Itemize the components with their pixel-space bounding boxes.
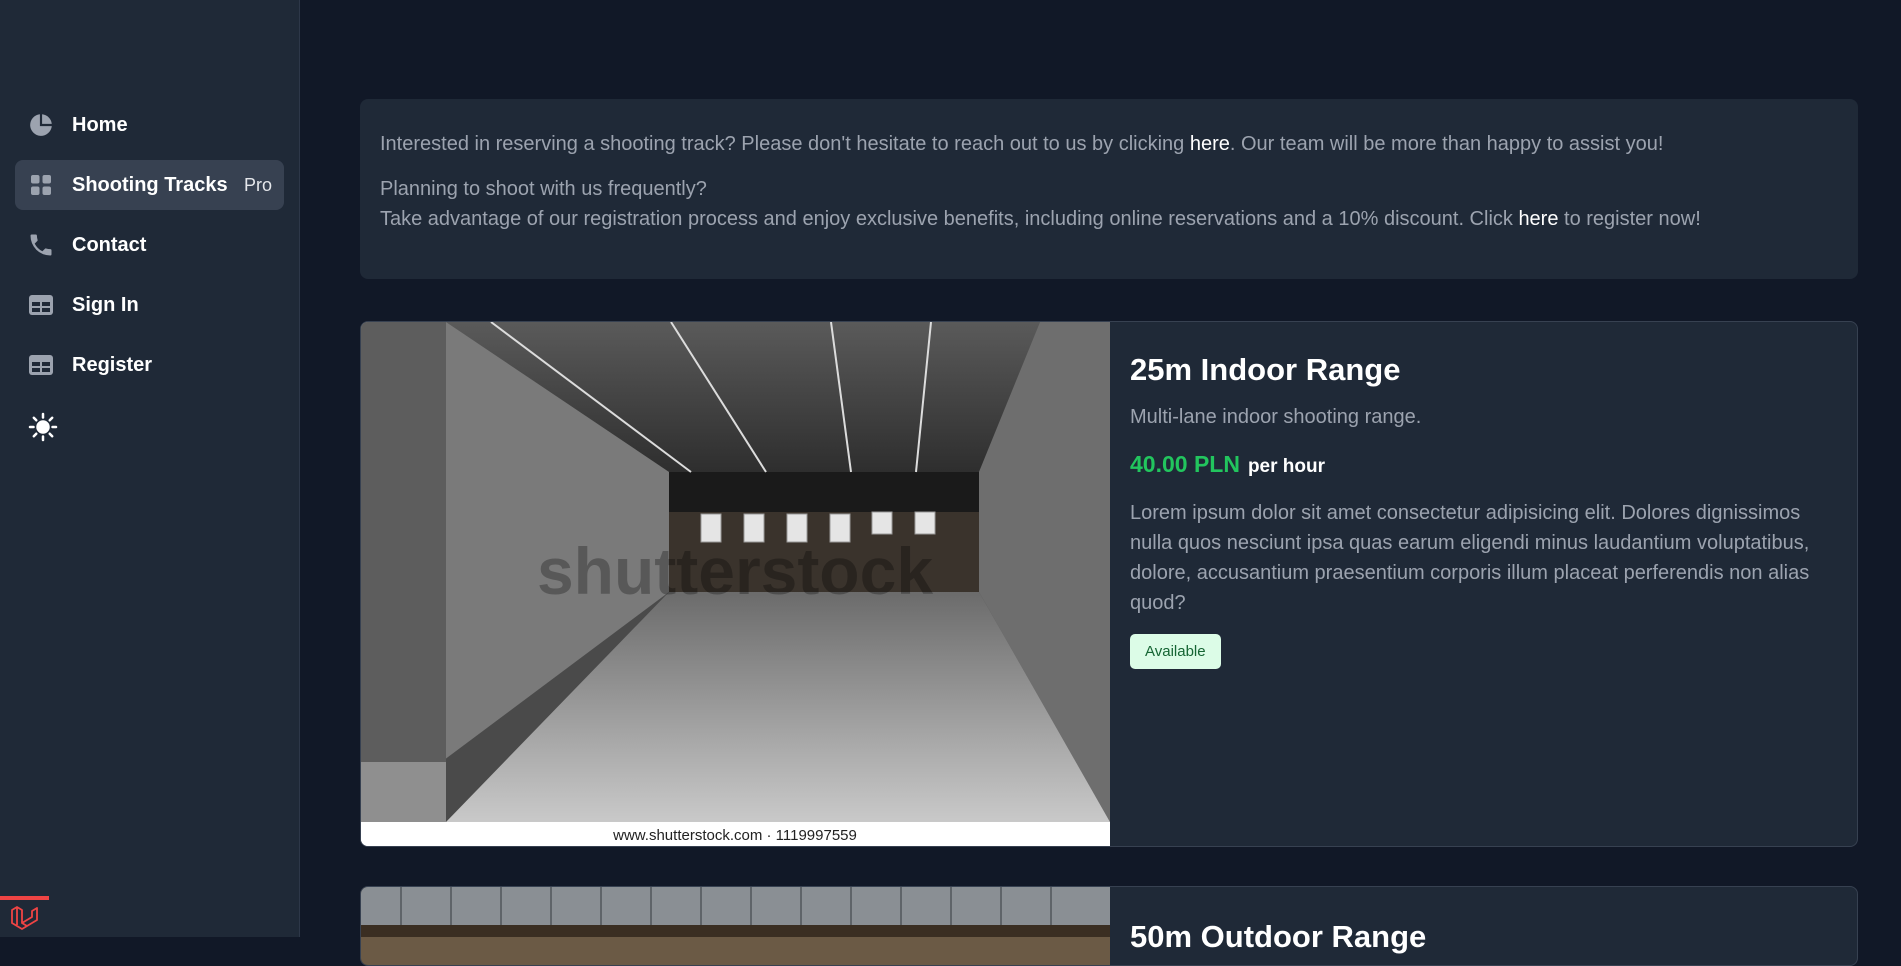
status-badge: Available: [1130, 634, 1221, 669]
pro-badge: Pro: [243, 174, 272, 195]
sun-icon[interactable]: [28, 412, 60, 444]
table-icon: [27, 291, 55, 319]
track-details: 25m Indoor Range Multi-lane indoor shoot…: [1110, 322, 1857, 846]
track-image: [361, 887, 1110, 965]
sidebar-nav: Home Shooting Tracks Pro Contact Sign In…: [15, 100, 284, 400]
sidebar-item-shooting-tracks[interactable]: Shooting Tracks Pro: [15, 160, 284, 210]
sidebar-item-label: Shooting Tracks: [72, 173, 228, 196]
sidebar-item-label: Register: [72, 353, 153, 376]
sidebar: Home Shooting Tracks Pro Contact Sign In…: [0, 0, 300, 937]
track-title: 50m Outdoor Range: [1130, 919, 1427, 954]
track-price-row: 40.00 PLN per hour: [1130, 451, 1837, 478]
contact-here-link[interactable]: here: [1190, 133, 1230, 155]
main-content: Interested in reserving a shooting track…: [360, 99, 1858, 847]
sidebar-item-label: Sign In: [72, 293, 139, 316]
track-card: 50m Outdoor Range: [360, 886, 1858, 966]
phone-icon: [27, 231, 55, 259]
reservation-info: Interested in reserving a shooting track…: [360, 99, 1858, 279]
sidebar-item-register[interactable]: Register: [15, 340, 284, 390]
sidebar-item-label: Home: [72, 113, 128, 136]
sidebar-item-sign-in[interactable]: Sign In: [15, 280, 284, 330]
track-card: shutterstock www.shutterstock.com · 1119…: [360, 321, 1858, 847]
info-register-text: Planning to shoot with us frequently? Ta…: [380, 178, 1701, 230]
track-price-unit: per hour: [1247, 456, 1326, 477]
grid-icon: [27, 171, 55, 199]
sidebar-item-contact[interactable]: Contact: [15, 220, 284, 270]
track-image: shutterstock www.shutterstock.com · 1119…: [361, 322, 1110, 846]
table-icon: [27, 351, 55, 379]
info-reserve-text: Interested in reserving a shooting track…: [380, 133, 1664, 155]
track-title: 25m Indoor Range: [1130, 352, 1401, 387]
register-here-link[interactable]: here: [1518, 208, 1558, 230]
track-subtitle: Multi-lane indoor shooting range.: [1130, 406, 1422, 428]
watermark-text: shutterstock: [537, 534, 933, 608]
pie-chart-icon: [27, 111, 55, 139]
track-description: Lorem ipsum dolor sit amet consectetur a…: [1130, 502, 1810, 614]
sidebar-item-home[interactable]: Home: [15, 100, 284, 150]
image-caption: www.shutterstock.com · 1119997559: [612, 827, 857, 844]
sidebar-item-label: Contact: [72, 233, 147, 256]
track-price: 40.00 PLN: [1130, 451, 1240, 477]
laravel-logo-icon[interactable]: [0, 896, 49, 937]
